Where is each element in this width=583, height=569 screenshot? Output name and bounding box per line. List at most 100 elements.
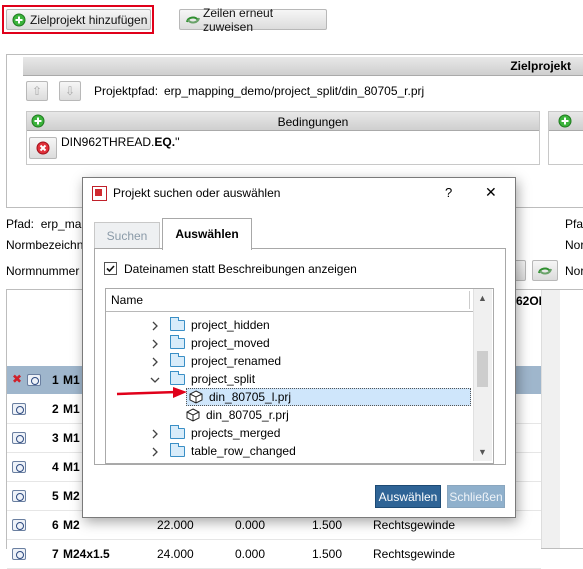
tree-folder-item[interactable]: project_hidden — [106, 316, 471, 334]
row-type-icon — [12, 548, 26, 560]
row-cell-c2: 0.000 — [235, 547, 266, 561]
row-number: 6 — [52, 518, 59, 532]
row-type-icon — [27, 374, 41, 386]
folder-icon — [170, 424, 185, 439]
filename-checkbox-label: Dateinamen statt Beschreibungen anzeigen — [124, 262, 357, 276]
row-cell-c1: 22.000 — [157, 518, 194, 532]
scroll-thumb[interactable] — [477, 351, 488, 387]
scroll-down-icon[interactable]: ▼ — [478, 447, 487, 457]
check-icon — [106, 265, 115, 273]
row-number: 7 — [52, 547, 59, 561]
add-target-label: Zielprojekt hinzufügen — [30, 12, 148, 27]
filename-checkbox[interactable] — [104, 262, 117, 275]
dialog-app-icon — [92, 186, 107, 201]
pointer-arrow-annotation — [116, 387, 187, 398]
chevron-right-icon[interactable] — [150, 338, 160, 349]
row-number: 3 — [52, 431, 59, 445]
reassign-label: Zeilen erneut zuweisen — [203, 5, 274, 34]
reassign-icon — [538, 267, 552, 274]
chevron-right-icon[interactable] — [150, 428, 160, 439]
tab-search[interactable]: Suchen — [94, 222, 160, 249]
tree-folder-item[interactable]: project_renamed — [106, 352, 471, 370]
row-name: M2 — [63, 518, 80, 532]
row-cell-c3: 1.500 — [312, 547, 343, 561]
row-number: 5 — [52, 489, 59, 503]
arrow-down-icon: ⇩ — [64, 84, 76, 98]
tree-item-label: project_renamed — [191, 354, 282, 368]
row-number: 4 — [52, 460, 59, 474]
add-condition-button[interactable] — [31, 114, 45, 131]
chevron-right-icon[interactable] — [150, 356, 160, 367]
right-norm-label-2: Nor — [565, 264, 583, 278]
row-type-icon — [12, 432, 26, 444]
row-name: M2 — [63, 489, 80, 503]
row-name: M1 — [63, 373, 80, 387]
conditions-header: Bedingungen — [27, 112, 539, 131]
chevron-down-icon[interactable] — [150, 374, 160, 384]
right-norm-label-1: Nor — [565, 238, 583, 252]
tree-folder-item[interactable]: table_row_changed — [106, 442, 471, 460]
close-button[interactable]: Schließen — [447, 485, 505, 508]
row-name: M1 — [63, 431, 80, 445]
row-type-icon — [12, 490, 26, 502]
arrow-up-icon: ⇧ — [31, 84, 43, 98]
tree-folder-item[interactable]: projects_merged — [106, 424, 471, 442]
add-target-project-button[interactable]: Zielprojekt hinzufügen — [6, 9, 151, 30]
condition-text[interactable]: DIN962THREAD.EQ.'' — [61, 135, 180, 149]
row-cell-c2: 0.000 — [235, 518, 266, 532]
target-project-header: Zielprojekt — [23, 57, 583, 76]
project-cube-icon — [189, 390, 203, 404]
dialog-title: Projekt suchen oder auswählen — [113, 186, 281, 200]
row-name: M1 — [63, 402, 80, 416]
add-icon — [558, 114, 572, 128]
row-cell-c1: 24.000 — [157, 547, 194, 561]
scroll-up-icon[interactable]: ▲ — [478, 293, 487, 303]
reassign-icon — [185, 13, 200, 27]
delete-icon — [36, 141, 50, 155]
right-path-label: Pfa — [565, 217, 583, 231]
tree-item-label: project_hidden — [191, 318, 270, 332]
right-side-button-2[interactable] — [532, 260, 558, 281]
row-name: M24x1.5 — [63, 547, 110, 561]
row-cell-c4: Rechtsgewinde — [373, 518, 456, 532]
tree-project-item[interactable]: din_80705_l.prj — [186, 388, 471, 406]
tab-select[interactable]: Auswählen — [162, 218, 252, 250]
row-type-icon — [12, 519, 26, 531]
move-up-button[interactable]: ⇧ — [26, 81, 48, 101]
path-label: Pfad: erp_ma — [6, 217, 82, 231]
row-error-icon: ✖ — [12, 372, 23, 386]
tree-column-header[interactable]: Name — [106, 289, 473, 312]
add-condition-button-2[interactable] — [558, 114, 572, 131]
close-icon[interactable]: ✕ — [485, 184, 497, 201]
row-cell-c4: Rechtsgewinde — [373, 547, 456, 561]
add-icon — [31, 114, 45, 128]
delete-condition-button[interactable] — [29, 137, 57, 159]
tree-item-label: table_row_changed — [191, 444, 296, 458]
folder-icon — [170, 352, 185, 367]
norm-number-label: Normnummer — [6, 264, 80, 278]
norm-designation-label: Normbezeichn — [6, 238, 84, 252]
chevron-right-icon[interactable] — [150, 320, 160, 331]
tree-scrollbar[interactable]: ▲ ▼ — [473, 289, 492, 461]
tree-item-label: project_split — [191, 372, 256, 386]
select-button[interactable]: Auswählen — [375, 485, 441, 508]
row-number: 1 — [52, 373, 59, 387]
row-type-icon — [12, 403, 26, 415]
project-tree: Name project_hidden project_moved project_… — [105, 288, 494, 464]
chevron-right-icon[interactable] — [150, 446, 160, 457]
folder-icon — [170, 442, 185, 457]
folder-icon — [170, 316, 185, 331]
project-select-dialog: Projekt suchen oder auswählen ? ✕ Suchen… — [82, 177, 516, 518]
help-button[interactable]: ? — [445, 185, 452, 200]
add-icon — [12, 13, 26, 27]
folder-icon — [170, 334, 185, 349]
tree-project-item[interactable]: din_80705_r.prj — [106, 406, 471, 424]
table-row[interactable]: 7 M24x1.5 24.000 0.000 1.500 Rechtsgewinde — [7, 540, 541, 569]
table-scrollbar[interactable] — [541, 290, 560, 548]
move-down-button[interactable]: ⇩ — [59, 81, 81, 101]
row-name: M1 — [63, 460, 80, 474]
row-cell-c3: 1.500 — [312, 518, 343, 532]
tree-folder-item[interactable]: project_moved — [106, 334, 471, 352]
tree-item-label: din_80705_l.prj — [209, 390, 292, 404]
reassign-rows-button[interactable]: Zeilen erneut zuweisen — [179, 6, 327, 34]
